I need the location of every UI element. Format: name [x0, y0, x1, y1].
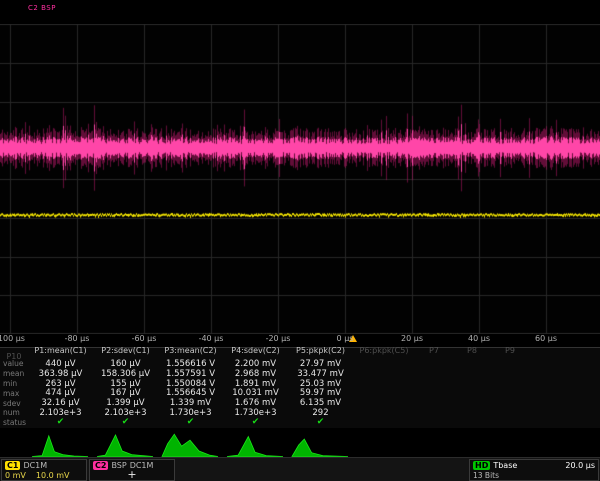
timebase-descriptor[interactable]: HD Tbase 20.0 µs 13 Bits	[469, 459, 599, 481]
measure-cell: 2.103e+3	[28, 408, 93, 418]
measure-row-label: max	[0, 389, 28, 398]
hd-badge: HD	[473, 461, 490, 470]
measure-row-label: min	[0, 379, 28, 388]
c1-coupling: DC1M	[23, 461, 47, 470]
measure-row-label: value	[0, 359, 28, 368]
measure-row-num: num2.103e+32.103e+31.730e+31.730e+3292	[0, 408, 600, 418]
measure-cell: 1.730e+3	[223, 408, 288, 418]
measure-header-p3[interactable]: P3:mean(C2)	[158, 346, 223, 355]
c1-offset: 0 mV	[5, 471, 26, 480]
time-axis-label: 40 µs	[468, 334, 490, 343]
measure-cell: 440 µV	[28, 359, 93, 369]
measure-row-max: max474 µV167 µV1.556645 V10.031 mV59.97 …	[0, 388, 600, 398]
time-axis-label: -20 µs	[266, 334, 291, 343]
measure-row-label: mean	[0, 369, 28, 378]
c1-descriptor[interactable]: C1 DC1M 0 mV 10.0 mV	[1, 459, 87, 481]
measure-header-p2[interactable]: P2:sdev(C1)	[93, 346, 158, 355]
measure-row-status: status✔✔✔✔✔	[0, 418, 600, 428]
tbase-value: 20.0 µs	[565, 461, 595, 470]
histicon	[96, 431, 156, 457]
measure-cell: 59.97 mV	[288, 388, 353, 398]
measure-header-p5[interactable]: P5:pkpk(C2)	[288, 346, 353, 355]
waveform-display[interactable]	[0, 24, 600, 334]
measure-status-icon: ✔	[93, 418, 158, 427]
measure-cell: 155 µV	[93, 379, 158, 389]
measure-status-icon: ✔	[288, 418, 353, 427]
measure-cell: 33.477 mV	[288, 369, 353, 379]
measure-status-icon: ✔	[28, 418, 93, 427]
measure-cell: 1.556616 V	[158, 359, 223, 369]
measure-cell: 263 µV	[28, 379, 93, 389]
measure-cell: 2.968 mV	[223, 369, 288, 379]
measure-header-p1[interactable]: P1:mean(C1)	[28, 346, 93, 355]
measure-cell: 363.98 µV	[28, 369, 93, 379]
measure-cell: 25.03 mV	[288, 379, 353, 389]
histicon	[226, 431, 286, 457]
histicon	[161, 431, 221, 457]
measure-cell: 1.550084 V	[158, 379, 223, 389]
add-plus-icon[interactable]: +	[93, 470, 171, 480]
measure-cell: 1.676 mV	[223, 398, 288, 408]
measure-row-min: min263 µV155 µV1.550084 V1.891 mV25.03 m…	[0, 379, 600, 389]
measure-table: P1:mean(C1)P2:sdev(C1)P3:mean(C2)P4:sdev…	[0, 347, 600, 428]
histicon	[31, 431, 91, 457]
tbase-label: Tbase	[493, 461, 517, 470]
c2-trace-badge: C2 BSP	[28, 4, 56, 12]
measure-row-label: num	[0, 408, 28, 417]
measure-cell: 32.16 µV	[28, 398, 93, 408]
measure-cell: 292	[288, 408, 353, 418]
histicon-row	[28, 428, 353, 457]
bits-label: 13 Bits	[473, 471, 499, 480]
measure-cell: 158.306 µV	[93, 369, 158, 379]
time-axis-label: -40 µs	[199, 334, 224, 343]
measure-status-icon: ✔	[158, 418, 223, 427]
measure-header-p8[interactable]: P8	[453, 346, 491, 355]
measure-header-p4[interactable]: P4:sdev(C2)	[223, 346, 288, 355]
measure-header-p6[interactable]: P6:pkpk(C5)	[353, 346, 415, 355]
time-axis-label: 60 µs	[535, 334, 557, 343]
measure-status-icon: ✔	[223, 418, 288, 427]
measure-cell: 1.399 µV	[93, 398, 158, 408]
time-axis: -100 µs -80 µs -60 µs -40 µs -20 µs 0 µs 20 µs…	[0, 333, 600, 347]
measure-cell: 160 µV	[93, 359, 158, 369]
measure-row-sdev: sdev32.16 µV1.399 µV1.339 mV1.676 mV6.13…	[0, 398, 600, 408]
histicon	[291, 431, 351, 457]
measure-header-p9[interactable]: P9	[491, 346, 529, 355]
measure-cell: 1.339 mV	[158, 398, 223, 408]
measure-row-label: status	[0, 418, 28, 427]
time-axis-label: 0 µs	[337, 334, 354, 343]
c2-mode: BSP	[111, 461, 126, 470]
measure-cell: 6.135 mV	[288, 398, 353, 408]
measure-cell: 10.031 mV	[223, 388, 288, 398]
measure-row-value: value440 µV160 µV1.556616 V2.200 mV27.97…	[0, 359, 600, 369]
measure-header-p7[interactable]: P7	[415, 346, 453, 355]
measure-cell: 1.557591 V	[158, 369, 223, 379]
time-axis-label: -80 µs	[65, 334, 90, 343]
measure-cell: 2.200 mV	[223, 359, 288, 369]
measure-cell: 2.103e+3	[93, 408, 158, 418]
measure-cell: 167 µV	[93, 388, 158, 398]
measure-cell: 474 µV	[28, 388, 93, 398]
descriptor-bar: C1 DC1M 0 mV 10.0 mV C2 BSP DC1M + HD Tb…	[0, 457, 600, 481]
message-area	[176, 458, 468, 481]
c2-descriptor[interactable]: C2 BSP DC1M +	[89, 459, 175, 481]
time-axis-label: -60 µs	[132, 334, 157, 343]
measure-cell: 1.730e+3	[158, 408, 223, 418]
measure-row-label: sdev	[0, 399, 28, 408]
time-axis-label: -100 µs	[0, 334, 25, 343]
c1-vdiv: 10.0 mV	[36, 471, 70, 480]
c1-chip: C1	[5, 461, 20, 470]
measure-cell: 1.891 mV	[223, 379, 288, 389]
measure-cell: 1.556645 V	[158, 388, 223, 398]
measure-cell: 27.97 mV	[288, 359, 353, 369]
time-axis-label: 20 µs	[401, 334, 423, 343]
c2-chip: C2	[93, 461, 108, 470]
measure-row-mean: mean363.98 µV158.306 µV1.557591 V2.968 m…	[0, 369, 600, 379]
